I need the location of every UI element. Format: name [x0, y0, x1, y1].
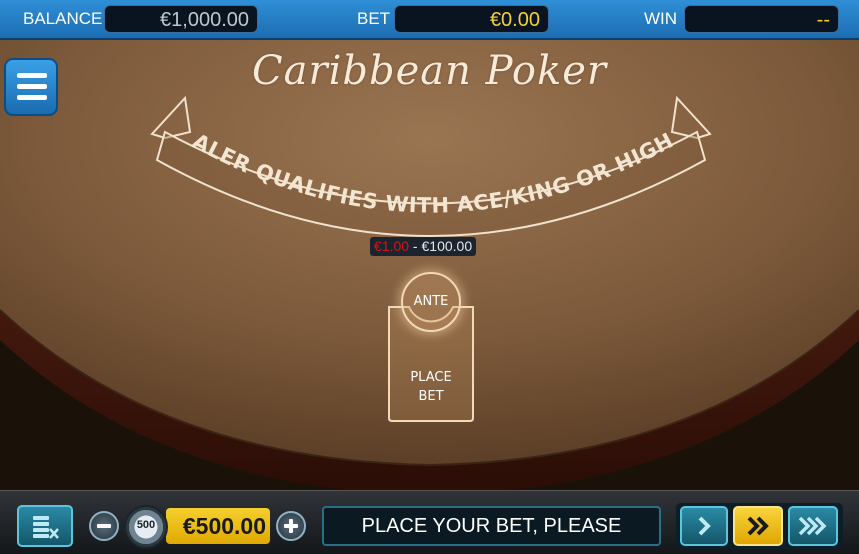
menu-icon-bar: [17, 95, 47, 100]
game-title: Caribbean Poker: [252, 48, 607, 94]
bet-label: BET: [357, 9, 391, 28]
chip-icon[interactable]: 500: [124, 505, 168, 549]
ante-spot[interactable]: ANTE: [401, 272, 461, 332]
balance-value: €1,000.00: [104, 5, 258, 33]
bet-range-max: €100.00: [421, 238, 473, 254]
place-bet-label: PLACE BET: [391, 368, 471, 406]
place-bet-line1: PLACE: [410, 370, 452, 385]
win-label: WIN: [644, 9, 678, 28]
decrease-chip-button[interactable]: [89, 511, 119, 541]
place-bet-line2: BET: [418, 389, 444, 404]
speed-normal-icon: [698, 516, 711, 536]
chip-face-label: 500: [136, 519, 156, 531]
minus-icon: [97, 524, 111, 528]
speed-fast-button[interactable]: [733, 506, 783, 546]
clear-bets-button[interactable]: [17, 505, 73, 547]
speed-normal-button[interactable]: [680, 506, 728, 546]
top-status-bar: BALANCE €1,000.00 BET €0.00 WIN --: [0, 0, 859, 40]
plus-icon: [284, 519, 298, 533]
speed-turbo-button[interactable]: [788, 506, 838, 546]
bet-range-separator: -: [409, 238, 422, 254]
clear-bets-icon: [33, 516, 59, 539]
bet-range-label: €1.00 - €100.00: [370, 237, 477, 256]
status-message: PLACE YOUR BET, PLEASE: [322, 506, 661, 546]
win-value: --: [684, 5, 839, 33]
speed-turbo-icon: [798, 516, 827, 536]
balance-label: BALANCE: [23, 9, 103, 28]
bet-range-min: €1.00: [374, 238, 410, 254]
bet-value: €0.00: [394, 5, 549, 33]
chip-value-display: €500.00: [166, 508, 270, 544]
speed-fast-icon: [747, 516, 769, 536]
increase-chip-button[interactable]: [276, 511, 306, 541]
